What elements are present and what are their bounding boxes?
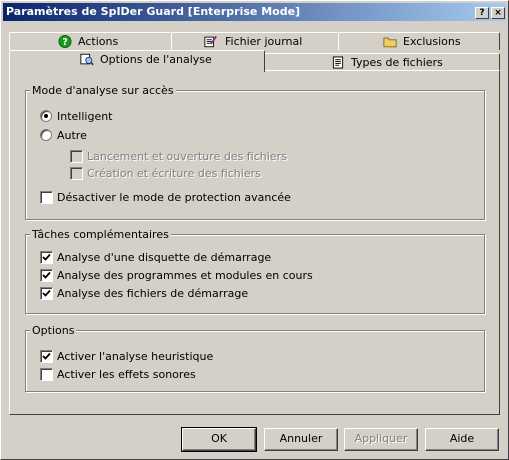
tab-log-file-label: Fichier journal <box>225 35 303 48</box>
scan-mode-title: Mode d'analyse sur accès <box>30 84 176 97</box>
help-button[interactable]: Aide <box>425 428 499 451</box>
checkbox-launch-open-box[interactable] <box>70 150 83 163</box>
extra-tasks-group: Tâches complémentaires Analyse d'une dis… <box>25 228 485 314</box>
checkmark-icon <box>42 253 51 261</box>
checkbox-boot-floppy-label: Analyse d'une disquette de démarrage <box>57 251 272 264</box>
help-circle-icon: ? <box>58 35 72 48</box>
scan-mode-group: Mode d'analyse sur accès Intelligent Aut… <box>25 84 485 220</box>
checkbox-startup-files-label: Analyse des fichiers de démarrage <box>57 287 249 300</box>
radio-intelligent-label: Intelligent <box>57 110 113 123</box>
checkbox-running-programs-label: Analyse des programmes et modules en cou… <box>57 269 313 282</box>
title-bar[interactable]: Paramètres de SpIDer Guard [Enterprise M… <box>3 3 506 21</box>
ok-button[interactable]: OK <box>181 427 257 452</box>
checkbox-disable-advanced-box[interactable] <box>40 191 53 204</box>
checkbox-create-write-box[interactable] <box>70 167 83 180</box>
checkbox-disable-advanced-label: Désactiver le mode de protection avancée <box>57 191 291 204</box>
options-group: Options Activer l'analyse heuristique Ac… <box>25 324 485 392</box>
tab-exclusions[interactable]: Exclusions <box>338 32 500 50</box>
cancel-button[interactable]: Annuler <box>264 428 338 451</box>
checkbox-startup-files-box[interactable] <box>40 287 53 300</box>
tab-actions[interactable]: ? Actions <box>9 32 172 50</box>
close-icon: × <box>494 8 502 18</box>
tab-panel-scan-options: Mode d'analyse sur accès Intelligent Aut… <box>9 70 500 415</box>
close-button[interactable]: × <box>491 7 505 19</box>
checkmark-icon <box>42 352 51 360</box>
tab-file-types-label: Types de fichiers <box>351 56 443 69</box>
tab-log-file[interactable]: Fichier journal <box>171 32 339 50</box>
checkmark-icon <box>42 271 51 279</box>
question-icon: ? <box>479 8 485 18</box>
options-title: Options <box>30 324 77 337</box>
svg-text:?: ? <box>62 37 67 48</box>
checkbox-sound-effects-label: Activer les effets sonores <box>57 368 196 381</box>
scan-options-icon <box>80 53 94 66</box>
radio-other-label: Autre <box>57 129 87 142</box>
checkbox-launch-open-label: Lancement et ouverture des fichiers <box>87 150 287 163</box>
checkbox-sound-effects-box[interactable] <box>40 368 53 381</box>
log-file-icon <box>204 35 217 48</box>
tab-exclusions-label: Exclusions <box>403 35 461 48</box>
checkbox-boot-floppy-box[interactable] <box>40 251 53 264</box>
tab-scan-options-label: Options de l'analyse <box>100 53 212 66</box>
tab-file-types[interactable]: Types de fichiers <box>264 53 500 71</box>
checkbox-heuristic-box[interactable] <box>40 350 53 363</box>
window-title: Paramètres de SpIDer Guard [Enterprise M… <box>6 5 301 18</box>
checkbox-running-programs-box[interactable] <box>40 269 53 282</box>
file-types-icon <box>332 56 344 69</box>
extra-tasks-title: Tâches complémentaires <box>30 228 171 241</box>
radio-intelligent-indicator[interactable] <box>40 110 52 122</box>
settings-window: Paramètres de SpIDer Guard [Enterprise M… <box>0 0 509 460</box>
radio-other-indicator[interactable] <box>40 129 52 141</box>
tab-scan-options[interactable]: Options de l'analyse <box>9 50 265 72</box>
help-title-button[interactable]: ? <box>475 7 489 19</box>
folder-icon <box>383 37 397 48</box>
checkbox-heuristic-label: Activer l'analyse heuristique <box>57 350 214 363</box>
checkmark-icon <box>42 289 51 297</box>
checkbox-create-write-label: Création et écriture des fichiers <box>87 167 261 180</box>
tab-actions-label: Actions <box>78 35 119 48</box>
apply-button[interactable]: Appliquer <box>344 428 418 451</box>
